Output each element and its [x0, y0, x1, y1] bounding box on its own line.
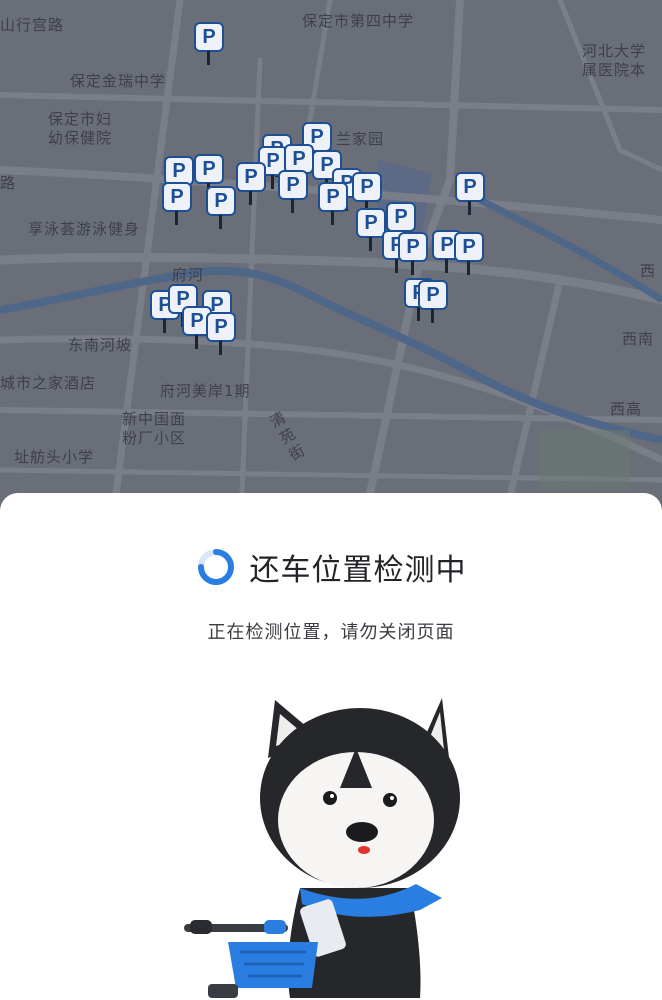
status-title: 还车位置检测中: [249, 553, 467, 588]
map-label: 山行宫路: [0, 16, 65, 34]
parking-icon: P: [206, 312, 236, 342]
parking-icon: P: [455, 172, 485, 202]
parking-icon: P: [318, 182, 348, 212]
map-label: 址舫头小学: [14, 448, 95, 466]
map-label: 西南: [622, 330, 655, 348]
status-subtitle: 正在检测位置，请勿关闭页面: [207, 622, 455, 643]
parking-marker[interactable]: P: [206, 186, 236, 232]
loading-spinner-icon: [197, 549, 234, 585]
map-label: 新中国面 粉厂小区: [122, 410, 187, 447]
parking-icon: P: [236, 162, 266, 192]
map-view[interactable]: 山行宫路 保定市第四中学 保定金瑞中学 河北大学 属医院本 保定市妇 幼保健院 …: [0, 0, 662, 540]
map-label: 西高: [610, 400, 643, 418]
map-label: 兰家园: [336, 130, 385, 148]
map-label: 府河: [172, 266, 205, 284]
map-label: 城市之家酒店: [0, 374, 97, 392]
parking-icon: P: [386, 202, 416, 232]
map-label: 河北大学 属医院本: [582, 42, 647, 79]
map-label: 保定市第四中学: [302, 12, 415, 30]
return-check-sheet: 还车位置检测中 正在检测位置，请勿关闭页面: [0, 493, 662, 1000]
parking-marker[interactable]: P: [206, 312, 236, 358]
map-label: 东南河坡: [68, 336, 133, 354]
husky-mascot-icon: [184, 698, 460, 998]
parking-icon: P: [418, 280, 448, 310]
status-row: 还车位置检测中: [0, 545, 662, 589]
parking-marker[interactable]: P: [398, 232, 428, 278]
parking-icon: P: [398, 232, 428, 262]
parking-marker[interactable]: P: [278, 170, 308, 216]
parking-marker[interactable]: P: [455, 172, 485, 218]
map-label: 路: [0, 174, 17, 192]
parking-icon: P: [278, 170, 308, 200]
map-label: 府河美岸1期: [160, 382, 251, 400]
parking-icon: P: [162, 182, 192, 212]
map-label: 保定市妇 幼保健院: [48, 110, 113, 147]
parking-marker[interactable]: P: [236, 162, 266, 208]
map-label: 保定金瑞中学: [70, 72, 167, 90]
parking-marker[interactable]: P: [318, 182, 348, 228]
parking-marker[interactable]: P: [454, 232, 484, 278]
map-label: 西: [640, 262, 657, 280]
parking-marker[interactable]: P: [162, 182, 192, 228]
parking-icon: P: [454, 232, 484, 262]
parking-icon: P: [206, 186, 236, 216]
parking-icon: P: [194, 154, 224, 184]
map-label: 享泳荟游泳健身: [28, 220, 141, 238]
parking-marker[interactable]: P: [418, 280, 448, 326]
parking-icon: P: [194, 22, 224, 52]
parking-marker[interactable]: P: [194, 22, 224, 68]
parking-icon: P: [352, 172, 382, 202]
